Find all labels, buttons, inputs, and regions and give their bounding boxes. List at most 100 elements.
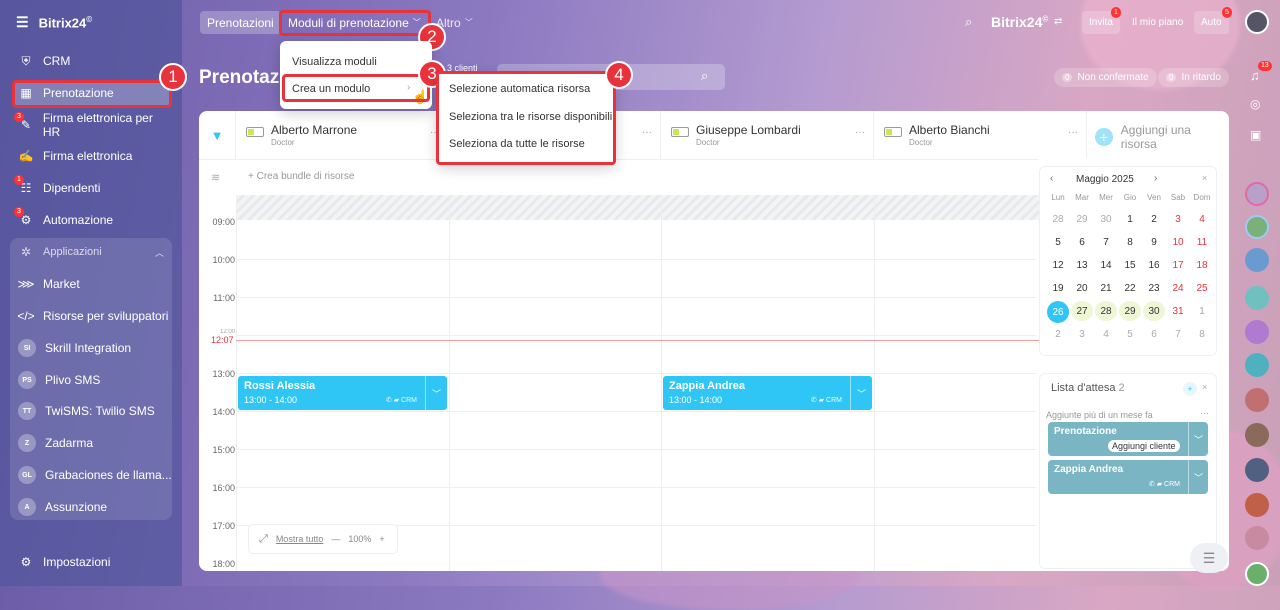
sidebar-item-employees[interactable]: ☷ 1 Dipendenti: [12, 175, 172, 201]
booking-event[interactable]: Zappia Andrea 13:00 - 14:00 ✆ ▰ CRM ﹀: [663, 376, 872, 410]
chat-avatar[interactable]: [1245, 248, 1269, 272]
filter-icon[interactable]: ▼: [199, 111, 236, 159]
chat-avatar[interactable]: [1245, 562, 1269, 586]
more-icon[interactable]: ···: [642, 127, 652, 138]
calendar-day[interactable]: 12: [1047, 255, 1069, 275]
tab-bookings[interactable]: Prenotazioni: [200, 11, 281, 34]
menu-icon[interactable]: ☰: [16, 14, 29, 31]
sidebar-item-plivo[interactable]: PS Plivo SMS: [12, 367, 172, 393]
calendar-day[interactable]: 4: [1191, 209, 1213, 229]
zoom-out-button[interactable]: —: [331, 534, 340, 544]
calendar-day[interactable]: 21: [1095, 278, 1117, 298]
calendar-day[interactable]: 26: [1047, 301, 1069, 323]
calendar-day[interactable]: 30: [1095, 209, 1117, 229]
calendar-day[interactable]: 1: [1191, 301, 1213, 321]
resource-column[interactable]: Alberto Marrone Doctor ···: [236, 111, 449, 159]
resource-column[interactable]: Alberto Bianchi Doctor ···: [874, 111, 1087, 159]
calendar-day[interactable]: 29: [1119, 301, 1141, 321]
show-all-button[interactable]: Mostra tutto: [276, 534, 324, 544]
sidebar-item-skrill[interactable]: SI Skrill Integration: [12, 335, 172, 361]
collapse-icon[interactable]: ×: [1202, 173, 1207, 183]
calendar-day[interactable]: 24: [1167, 278, 1189, 298]
chevron-right-icon[interactable]: ›: [1154, 173, 1157, 184]
calendar-day[interactable]: 29: [1071, 209, 1093, 229]
chat-avatar[interactable]: [1245, 320, 1269, 344]
calendar-day[interactable]: 3: [1071, 324, 1093, 344]
chevron-left-icon[interactable]: ‹: [1050, 173, 1053, 184]
more-icon[interactable]: ···: [855, 127, 865, 138]
calendar-day[interactable]: 6: [1071, 232, 1093, 252]
calendar-day[interactable]: 5: [1119, 324, 1141, 344]
calendar-day[interactable]: 4: [1095, 324, 1117, 344]
topbar-brand[interactable]: Bitrix24©: [991, 14, 1048, 30]
chat-avatar[interactable]: [1245, 215, 1269, 239]
chat-icon[interactable]: ▣: [1250, 128, 1261, 142]
chat-avatar[interactable]: [1245, 458, 1269, 482]
calendar-day[interactable]: 7: [1167, 324, 1189, 344]
calendar-day[interactable]: 11: [1191, 232, 1213, 252]
calendar-day[interactable]: 28: [1095, 301, 1117, 321]
sidebar-item-zadarma[interactable]: Z Zadarma: [12, 430, 172, 456]
resource-column[interactable]: Giuseppe Lombardi Doctor ···: [661, 111, 874, 159]
waitlist-item[interactable]: Prenotazione Aggiungi cliente ﹀: [1048, 422, 1208, 456]
sidebar-item-market[interactable]: ⋙ Market: [12, 271, 172, 297]
chat-avatar[interactable]: [1245, 182, 1269, 206]
chat-avatar[interactable]: [1245, 286, 1269, 310]
expand-icon[interactable]: ⤢: [259, 533, 268, 546]
calendar-day[interactable]: 2: [1047, 324, 1069, 344]
calendar-day[interactable]: 16: [1143, 255, 1165, 275]
add-client-button[interactable]: Aggiungi cliente: [1108, 440, 1180, 452]
calendar-day[interactable]: 13: [1071, 255, 1093, 275]
sidebar-item-assunzione[interactable]: A Assunzione: [12, 494, 172, 520]
calendar-day[interactable]: 5: [1047, 232, 1069, 252]
chat-avatar[interactable]: [1245, 493, 1269, 517]
target-icon[interactable]: ◎: [1250, 97, 1260, 111]
calendar-day[interactable]: 18: [1191, 255, 1213, 275]
calendar-day[interactable]: 9: [1143, 232, 1165, 252]
add-icon[interactable]: +: [1183, 382, 1197, 396]
chat-list-icon[interactable]: ☰: [1190, 543, 1228, 573]
my-plan-button[interactable]: Il mio piano: [1125, 11, 1190, 34]
sidebar-item-esign[interactable]: ✍ Firma elettronica: [12, 143, 172, 169]
calendar-day[interactable]: 30: [1143, 301, 1165, 321]
search-icon[interactable]: ⌕: [965, 14, 972, 30]
calendar-day[interactable]: 22: [1119, 278, 1141, 298]
waitlist-item[interactable]: Zappia Andrea ✆ ▰ CRM ﹀: [1048, 460, 1208, 494]
sidebar-item-grabaciones[interactable]: GL Grabaciones de llama...: [12, 462, 172, 488]
calendar-day[interactable]: 7: [1095, 232, 1117, 252]
swap-icon[interactable]: ⇄: [1054, 16, 1062, 27]
calendar-day[interactable]: 1: [1119, 209, 1141, 229]
brand-logo[interactable]: Bitrix24©: [39, 15, 93, 30]
chat-avatar[interactable]: [1245, 423, 1269, 447]
chevron-down-icon[interactable]: ﹀: [850, 376, 872, 410]
menu-item-view-forms[interactable]: Visualizza moduli: [292, 56, 377, 68]
sidebar-item-crm[interactable]: ⛨ CRM: [12, 48, 172, 74]
add-resource-button[interactable]: + Aggiungi una risorsa: [1095, 123, 1229, 151]
sidebar-item-dev-resources[interactable]: </> Risorse per sviluppatori: [12, 303, 172, 329]
calendar-day[interactable]: 31: [1167, 301, 1189, 321]
chevron-down-icon[interactable]: ﹀: [425, 376, 447, 410]
more-icon[interactable]: ···: [1200, 408, 1209, 418]
booking-event[interactable]: Rossi Alessia 13:00 - 14:00 ✆ ▰ CRM ﹀: [238, 376, 447, 410]
sidebar-item-twisms[interactable]: TT TwiSMS: Twilio SMS: [12, 398, 172, 424]
chat-avatar[interactable]: [1245, 388, 1269, 412]
calendar-day[interactable]: 3: [1167, 209, 1189, 229]
calendar-day[interactable]: 17: [1167, 255, 1189, 275]
zoom-in-button[interactable]: +: [379, 534, 384, 544]
sidebar-item-hr-esign[interactable]: ✎ 3 Firma elettronica per HR: [12, 111, 172, 139]
calendar-day[interactable]: 8: [1119, 232, 1141, 252]
calendar-day[interactable]: 20: [1071, 278, 1093, 298]
unconfirmed-filter[interactable]: 0 Non confermate: [1054, 68, 1157, 87]
sidebar-item-settings[interactable]: ⚙ Impostazioni: [12, 549, 172, 575]
late-filter[interactable]: 0 In ritardo: [1158, 68, 1229, 87]
calendar-day[interactable]: 19: [1047, 278, 1069, 298]
sidebar-group-applications[interactable]: ✲ Applicazioni ︿: [12, 239, 172, 265]
collapse-icon[interactable]: ×: [1202, 382, 1207, 392]
calendar-day[interactable]: 27: [1071, 301, 1093, 321]
search-icon[interactable]: ⌕: [701, 68, 708, 84]
calendar-day[interactable]: 2: [1143, 209, 1165, 229]
calendar-day[interactable]: 14: [1095, 255, 1117, 275]
chat-avatar[interactable]: [1245, 353, 1269, 377]
chevron-down-icon[interactable]: ﹀: [1188, 422, 1208, 456]
sidebar-item-automation[interactable]: ⚙ 3 Automazione: [12, 207, 172, 233]
